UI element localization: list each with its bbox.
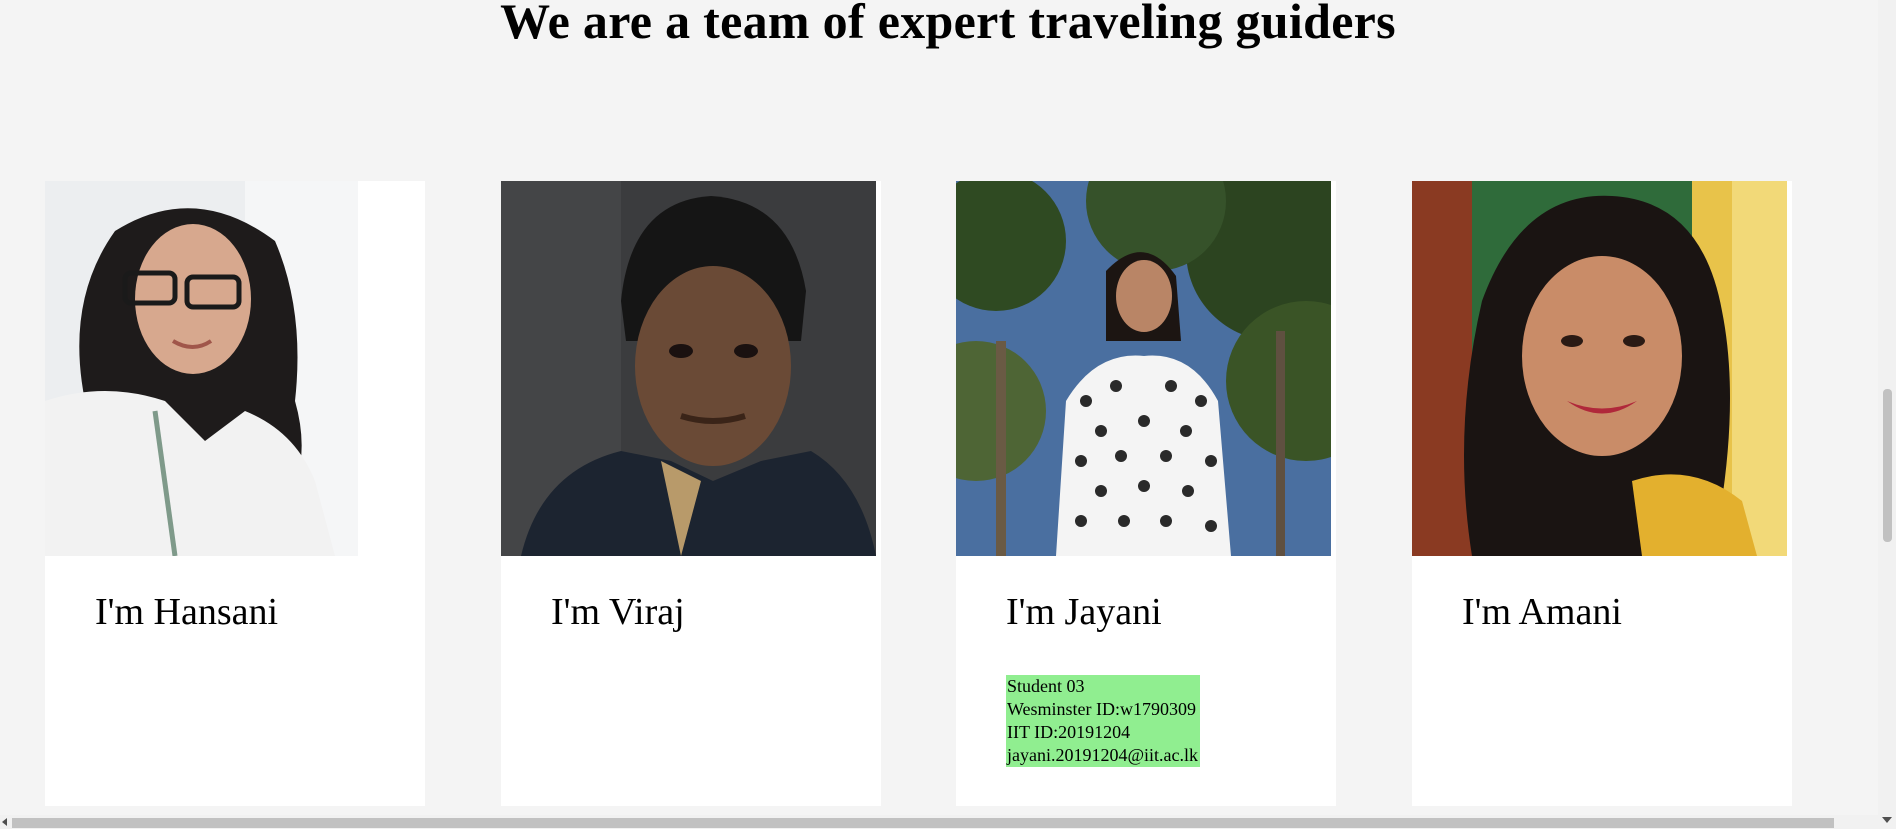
- team-member-name: I'm Hansani: [95, 591, 279, 633]
- iit-id: IIT ID:20191204: [1007, 722, 1131, 742]
- page-title: We are a team of expert traveling guider…: [500, 0, 1396, 49]
- team-card-hansani: I'm Hansani: [45, 181, 425, 806]
- team-card-viraj: I'm Viraj: [501, 181, 881, 806]
- team-card-amani: I'm Amani: [1412, 181, 1792, 806]
- student-email: jayani.20191204@iit.ac.lk: [1007, 745, 1199, 765]
- vertical-scrollbar-thumb[interactable]: [1883, 389, 1892, 542]
- student-number: Student 03: [1007, 676, 1085, 696]
- student-info-box: Student 03 Wesminster ID:w1790309 IIT ID…: [1006, 675, 1201, 767]
- amani-photo: [1412, 181, 1787, 556]
- scroll-left-arrow-icon[interactable]: [2, 818, 7, 826]
- westminster-id: Wesminster ID:w1790309: [1007, 699, 1197, 719]
- scroll-down-arrow-icon[interactable]: [1882, 817, 1892, 823]
- vertical-scrollbar[interactable]: [1878, 0, 1896, 829]
- horizontal-scrollbar[interactable]: [0, 815, 1878, 829]
- jayani-photo: [956, 181, 1331, 556]
- team-card-jayani: I'm Jayani Student 03 Wesminster ID:w179…: [956, 181, 1336, 806]
- horizontal-scrollbar-thumb[interactable]: [12, 818, 1834, 828]
- team-member-name: I'm Amani: [1462, 591, 1622, 633]
- team-member-name: I'm Viraj: [551, 591, 685, 633]
- team-member-name: I'm Jayani: [1006, 591, 1162, 633]
- hansani-photo: [45, 181, 358, 556]
- viraj-photo: [501, 181, 876, 556]
